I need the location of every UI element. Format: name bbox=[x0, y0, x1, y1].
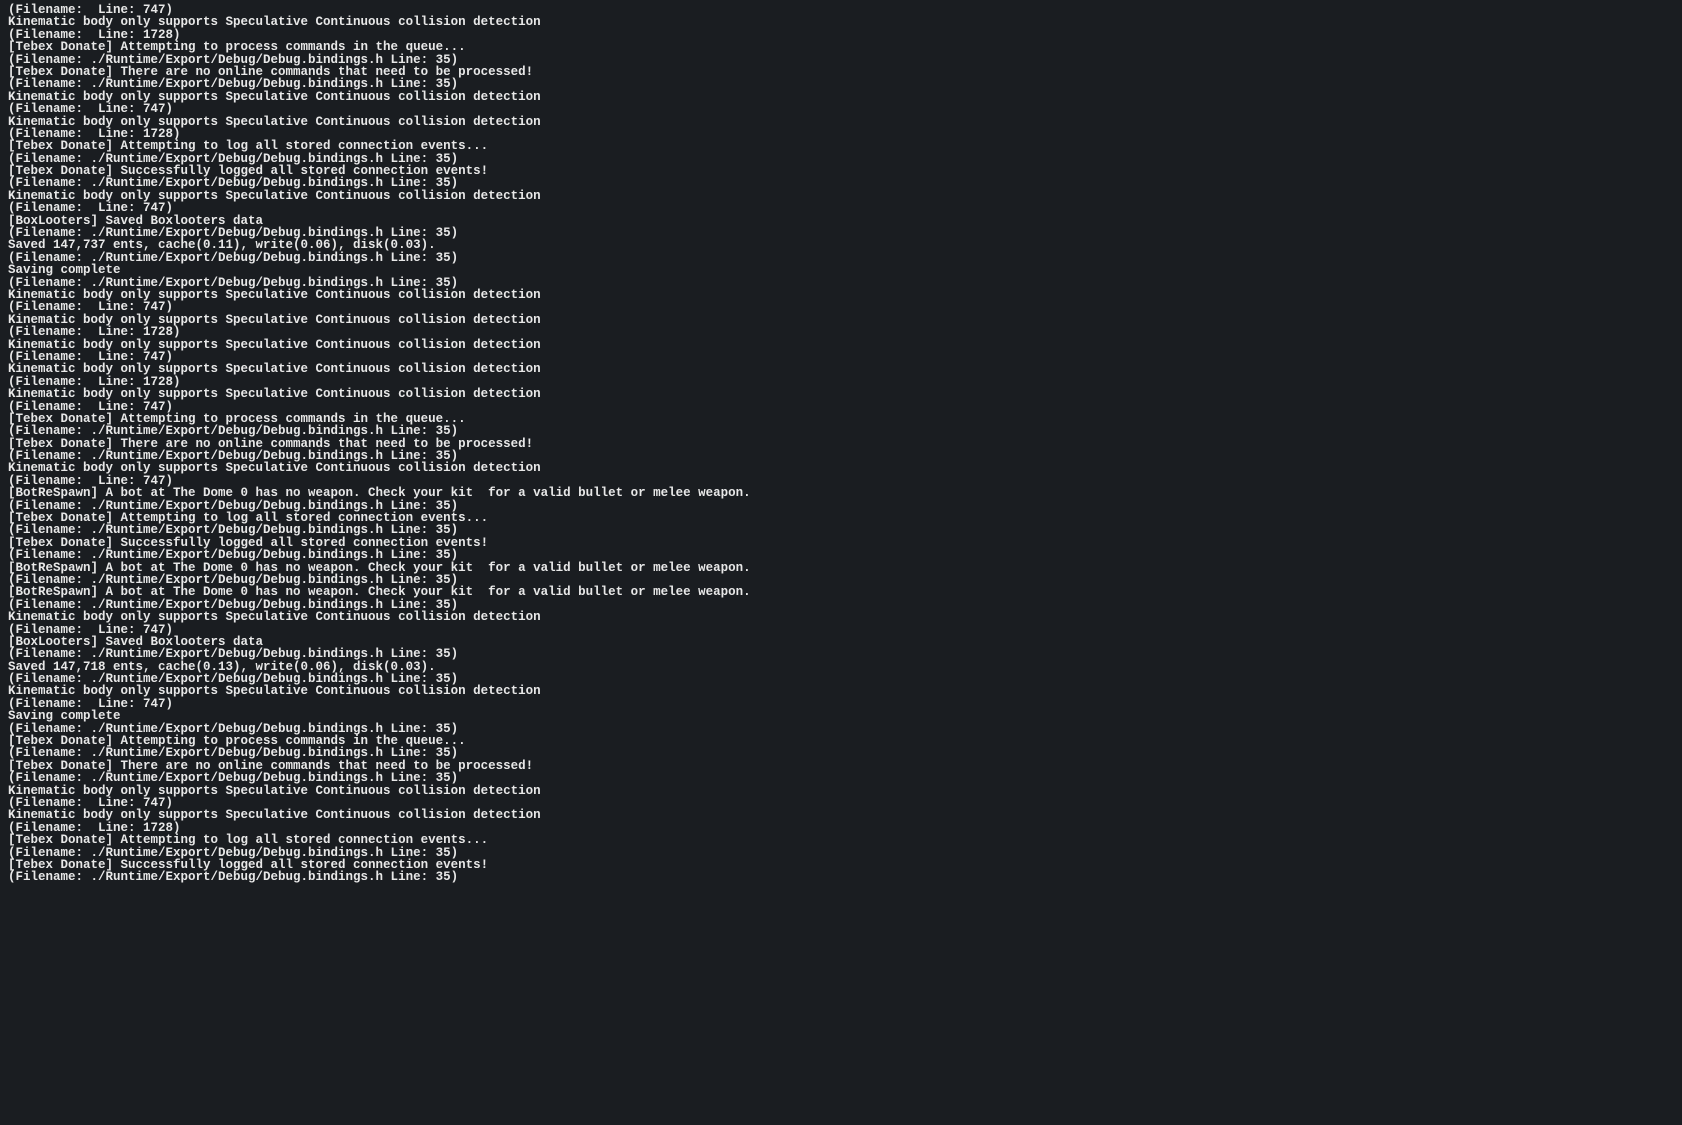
log-line: Saving complete bbox=[8, 710, 1674, 722]
log-line: (Filename: ./Runtime/Export/Debug/Debug.… bbox=[8, 772, 1674, 784]
log-line: Saving complete bbox=[8, 264, 1674, 276]
log-line: (Filename: ./Runtime/Export/Debug/Debug.… bbox=[8, 425, 1674, 437]
log-line: (Filename: Line: 747) bbox=[8, 301, 1674, 313]
log-line: Kinematic body only supports Speculative… bbox=[8, 190, 1674, 202]
log-line: Kinematic body only supports Speculative… bbox=[8, 809, 1674, 821]
log-line: (Filename: ./Runtime/Export/Debug/Debug.… bbox=[8, 871, 1674, 883]
log-line: (Filename: ./Runtime/Export/Debug/Debug.… bbox=[8, 78, 1674, 90]
log-line: Kinematic body only supports Speculative… bbox=[8, 388, 1674, 400]
log-line: Kinematic body only supports Speculative… bbox=[8, 91, 1674, 103]
log-line: Kinematic body only supports Speculative… bbox=[8, 363, 1674, 375]
log-line: [BotReSpawn] A bot at The Dome 0 has no … bbox=[8, 487, 1674, 499]
log-line: [Tebex Donate] Attempting to log all sto… bbox=[8, 834, 1674, 846]
log-line: (Filename: ./Runtime/Export/Debug/Debug.… bbox=[8, 252, 1674, 264]
log-line: (Filename: ./Runtime/Export/Debug/Debug.… bbox=[8, 524, 1674, 536]
log-line: Kinematic body only supports Speculative… bbox=[8, 462, 1674, 474]
log-line: (Filename: ./Runtime/Export/Debug/Debug.… bbox=[8, 747, 1674, 759]
log-line: (Filename: Line: 747) bbox=[8, 698, 1674, 710]
log-line: Kinematic body only supports Speculative… bbox=[8, 785, 1674, 797]
log-line: (Filename: Line: 747) bbox=[8, 103, 1674, 115]
log-line: [BotReSpawn] A bot at The Dome 0 has no … bbox=[8, 586, 1674, 598]
log-line: (Filename: Line: 1728) bbox=[8, 326, 1674, 338]
log-line: (Filename: ./Runtime/Export/Debug/Debug.… bbox=[8, 177, 1674, 189]
log-line: Saved 147,737 ents, cache(0.11), write(0… bbox=[8, 239, 1674, 251]
log-line: (Filename: ./Runtime/Export/Debug/Debug.… bbox=[8, 648, 1674, 660]
log-line: Kinematic body only supports Speculative… bbox=[8, 16, 1674, 28]
log-line: (Filename: Line: 747) bbox=[8, 202, 1674, 214]
log-line: Kinematic body only supports Speculative… bbox=[8, 339, 1674, 351]
log-line: Kinematic body only supports Speculative… bbox=[8, 685, 1674, 697]
log-line: Kinematic body only supports Speculative… bbox=[8, 116, 1674, 128]
log-line: Kinematic body only supports Speculative… bbox=[8, 611, 1674, 623]
log-line: (Filename: ./Runtime/Export/Debug/Debug.… bbox=[8, 549, 1674, 561]
log-line: Kinematic body only supports Speculative… bbox=[8, 314, 1674, 326]
log-line: [Tebex Donate] Attempting to process com… bbox=[8, 41, 1674, 53]
log-line: Kinematic body only supports Speculative… bbox=[8, 289, 1674, 301]
log-line: [Tebex Donate] Attempting to log all sto… bbox=[8, 140, 1674, 152]
console-output[interactable]: (Filename: Line: 747)Kinematic body only… bbox=[8, 4, 1674, 884]
